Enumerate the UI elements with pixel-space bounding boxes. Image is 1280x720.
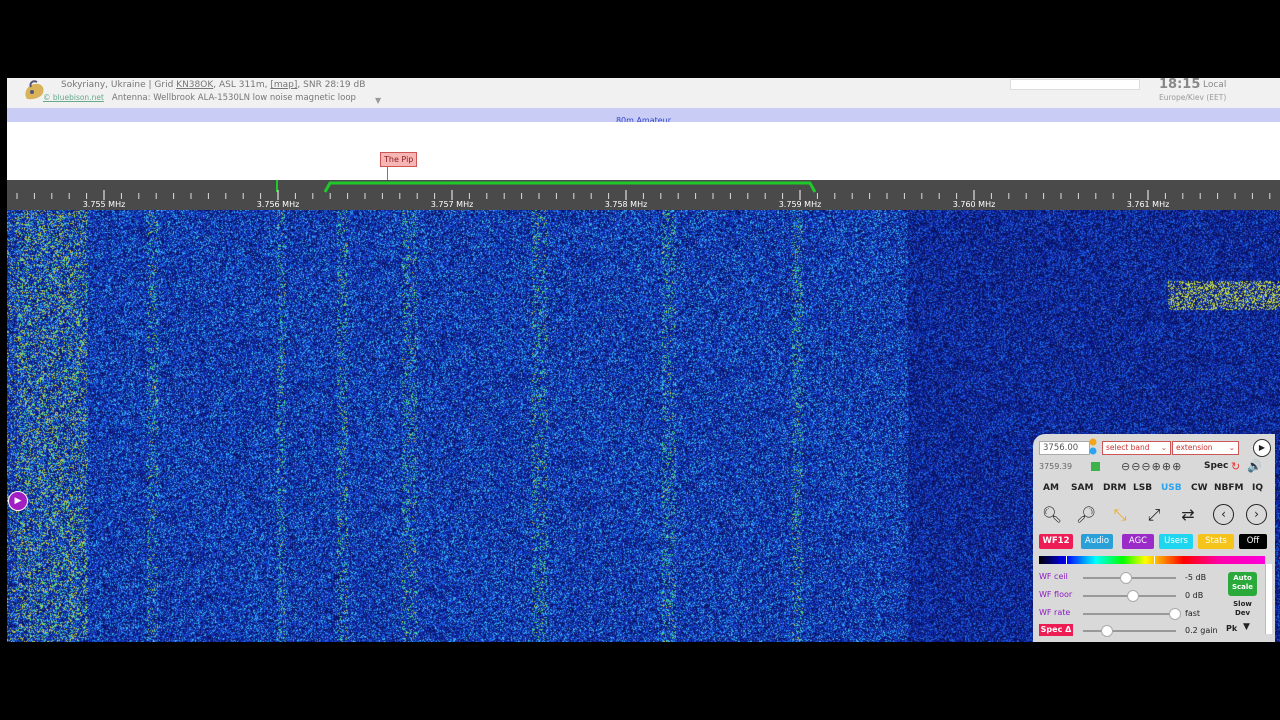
mode-button-sam[interactable]: SAM	[1071, 483, 1093, 493]
passband-indicator[interactable]	[323, 181, 817, 193]
mode-button-lsb[interactable]: LSB	[1133, 483, 1152, 493]
wf-ceil-label: WF ceil	[1039, 572, 1068, 581]
search-input[interactable]	[1010, 79, 1140, 90]
mode-button-am[interactable]: AM	[1043, 483, 1059, 493]
wf-rate-value: fast	[1185, 609, 1201, 618]
scale-tick-label: 3.759 MHz	[779, 200, 822, 209]
site-antenna-line: © bluebison.net Antenna: Wellbrook ALA-15…	[43, 93, 356, 103]
spec-delta-slider-knob[interactable]	[1101, 625, 1114, 637]
frequency-input[interactable]: 3756.00	[1039, 441, 1090, 455]
scale-tick-label: 3.757 MHz	[431, 200, 474, 209]
page-left-icon[interactable]: ‹	[1213, 504, 1234, 525]
mode-button-cw[interactable]: CW	[1191, 483, 1208, 493]
frequency-step-icon[interactable]	[1089, 438, 1097, 456]
local-time: 18:15	[1159, 78, 1201, 92]
wf-rate-slider[interactable]	[1083, 613, 1176, 615]
station-label-the-pip[interactable]: The Pip	[380, 152, 418, 167]
site-info-bar: Sokyriany, Ukraine | Grid KN38OK, ASL 31…	[7, 78, 1280, 108]
waterfall-colormap	[1039, 556, 1265, 564]
local-time-label: Local	[1203, 80, 1227, 90]
wf-ceil-value: -5 dB	[1185, 573, 1207, 582]
wf-floor-label: WF floor	[1039, 590, 1073, 599]
left-play-icon[interactable]: ▶	[8, 491, 28, 511]
panel-scrollbar[interactable]	[1265, 564, 1272, 634]
credit-link[interactable]: © bluebison.net	[43, 93, 104, 102]
mode-button-usb[interactable]: USB	[1161, 483, 1182, 493]
frequency-scale-svg: 3.755 MHz 3.756 MHz 3.757 MHz 3.758 MHz 3.75…	[16, 180, 1271, 209]
wf-floor-slider-knob[interactable]	[1127, 590, 1140, 602]
tab-wf[interactable]: WF12	[1039, 534, 1073, 549]
play-button[interactable]: ▶	[1253, 439, 1271, 457]
tab-agc[interactable]: AGC	[1122, 534, 1154, 549]
swap-icon[interactable]: ⇄	[1177, 504, 1199, 526]
peak-button[interactable]: Pk	[1226, 624, 1237, 633]
tab-audio[interactable]: Audio	[1081, 534, 1113, 549]
zoom-out-icon[interactable]: 🔎︎	[1075, 504, 1097, 526]
page-right-icon[interactable]: ›	[1246, 504, 1267, 525]
scale-tick-label: 3.756 MHz	[257, 200, 300, 209]
wf-floor-value: 0 dB	[1185, 591, 1204, 600]
band-select[interactable]: select band ⌄	[1102, 441, 1171, 455]
spec-toggle[interactable]: Spec	[1204, 461, 1228, 471]
spec-delta-slider[interactable]	[1083, 630, 1176, 632]
chevron-down-icon: ⌄	[1160, 443, 1167, 452]
frequency-scale[interactable]: 3.755 MHz 3.756 MHz 3.757 MHz 3.758 MHz 3.75…	[7, 180, 1280, 210]
scale-tick-label: 3.761 MHz	[1127, 200, 1170, 209]
site-location: Sokyriany, Ukraine | Grid KN38OK, ASL 31…	[61, 80, 365, 90]
snr-text: , SNR 28:19 dB	[297, 80, 366, 90]
wf-ceil-slider-knob[interactable]	[1119, 572, 1132, 584]
mode-button-iq[interactable]: IQ	[1252, 483, 1263, 493]
lock-icon[interactable]	[1091, 462, 1100, 471]
band-select-value: select band	[1106, 443, 1150, 452]
zoom-in-icon[interactable]: 🔍︎	[1041, 504, 1063, 526]
band-bar[interactable]: 80m Amateur	[7, 108, 1280, 125]
slow-dev-button[interactable]: Slow Dev	[1228, 600, 1257, 620]
chevron-down-icon: ⌄	[1228, 443, 1235, 452]
zoom-step-buttons[interactable]: ⊖⊖⊖⊕⊕⊕	[1121, 460, 1182, 473]
volume-icon[interactable]: 🔊	[1247, 459, 1262, 473]
extension-select[interactable]: extension ⌄	[1172, 441, 1239, 455]
mute-icon[interactable]: ↻	[1231, 460, 1240, 473]
map-link[interactable]: [map]	[270, 80, 297, 90]
grid-link[interactable]: KN38OK	[176, 80, 213, 90]
wf-rate-label: WF rate	[1039, 608, 1071, 617]
zoom-max-icon[interactable]: ⤢	[1143, 504, 1165, 526]
timezone-label: Europe/Kiev (EET)	[1159, 93, 1227, 102]
expand-chevron-icon[interactable]: ▼	[375, 96, 381, 105]
station-label-stem	[387, 166, 388, 180]
scale-tick-label: 3.758 MHz	[605, 200, 648, 209]
extension-select-value: extension	[1176, 443, 1213, 452]
spec-delta-value: 0.2 gain	[1185, 626, 1218, 635]
tab-off[interactable]: Off	[1239, 534, 1267, 549]
scale-tick-label: 3.760 MHz	[953, 200, 996, 209]
station-label-area: The Pip	[7, 122, 1280, 180]
location-text: Sokyriany, Ukraine | Grid	[61, 80, 177, 90]
wf-rate-slider-knob[interactable]	[1169, 608, 1182, 620]
mode-button-drm[interactable]: DRM	[1103, 483, 1126, 493]
spec-delta-label: Spec Δ	[1039, 624, 1073, 636]
control-panel: 3756.00 select band ⌄ extension ⌄ ▶ 3759…	[1033, 434, 1275, 642]
zoom-to-band-icon[interactable]: ⤡	[1109, 504, 1131, 526]
sdr-receiver-frame: Sokyriany, Ukraine | Grid KN38OK, ASL 31…	[7, 78, 1280, 642]
asl-text: , ASL 311m,	[213, 80, 271, 90]
scale-tick-label: 3.755 MHz	[83, 200, 126, 209]
auto-scale-button[interactable]: Auto Scale	[1228, 572, 1257, 596]
secondary-frequency: 3759.39	[1039, 462, 1073, 471]
mode-button-nbfm[interactable]: NBFM	[1214, 483, 1244, 493]
antenna-text: Antenna: Wellbrook ALA-1530LN low noise …	[111, 93, 356, 103]
chevron-down-icon[interactable]: ▼	[1243, 622, 1250, 632]
tab-users[interactable]: Users	[1159, 534, 1193, 549]
tab-stats[interactable]: Stats	[1198, 534, 1234, 549]
